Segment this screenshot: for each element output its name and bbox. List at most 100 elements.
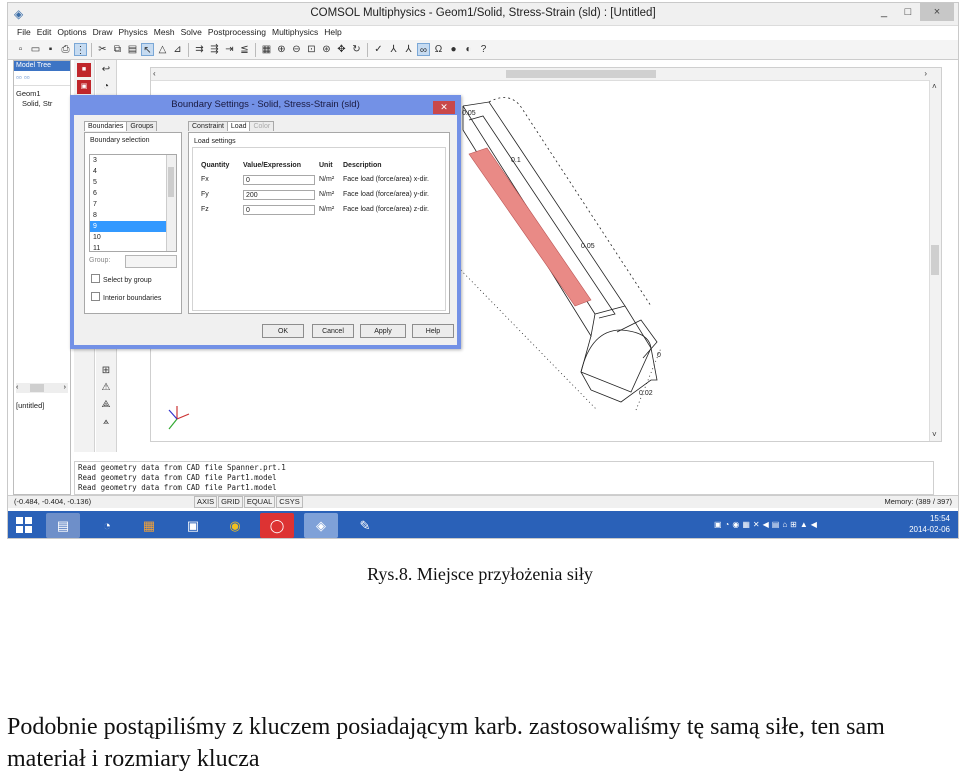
point-mode-icon[interactable]: ⊿ xyxy=(171,43,184,56)
cut-icon[interactable]: ✂ xyxy=(96,43,109,56)
windows-start-icon[interactable] xyxy=(16,517,32,533)
tree-item-geom1[interactable]: Geom1 xyxy=(16,89,68,99)
revolve-icon[interactable]: ⟑ xyxy=(99,415,113,429)
zoom-out-icon[interactable]: ⊖ xyxy=(290,43,303,56)
model-tree-panel: Model Tree ▫▫ ▫▫ Geom1 Solid, Str ‹ › [un… xyxy=(13,60,71,495)
zoom-in-icon[interactable]: ⊕ xyxy=(275,43,288,56)
draw-mode-icon[interactable]: △ xyxy=(156,43,169,56)
cancel-button[interactable]: Cancel xyxy=(312,324,354,338)
open-folder-icon[interactable]: ▭ xyxy=(29,43,42,56)
menu-solve[interactable]: Solve xyxy=(178,25,205,40)
minimize-button[interactable]: _ xyxy=(872,3,896,21)
model-tree-scrollbar[interactable]: ‹ › xyxy=(16,383,68,393)
check-icon[interactable]: ✓ xyxy=(372,43,385,56)
list-item[interactable]: 3 xyxy=(90,155,176,166)
list-scrollbar[interactable] xyxy=(166,155,176,251)
save-icon[interactable]: ▪ xyxy=(44,43,57,56)
help-icon[interactable]: ? xyxy=(477,43,490,56)
subdomain-settings-icon[interactable]: ⇉ xyxy=(193,43,206,56)
tab-groups[interactable]: Groups xyxy=(126,121,158,131)
tree-item-solid[interactable]: Solid, Str xyxy=(16,99,68,109)
warning-icon[interactable]: ⚠ xyxy=(99,381,113,395)
sphere-icon[interactable]: ● xyxy=(447,43,460,56)
new-file-icon[interactable]: ▫ xyxy=(14,43,27,56)
office-icon[interactable]: ▦ xyxy=(132,513,166,538)
equal-toggle[interactable]: EQUAL xyxy=(243,496,276,508)
menu-mesh[interactable]: Mesh xyxy=(151,25,178,40)
list-item[interactable]: 8 xyxy=(90,210,176,221)
menu-postprocessing[interactable]: Postprocessing xyxy=(205,25,269,40)
list-item[interactable]: 10 xyxy=(90,232,176,243)
paint-icon[interactable]: ✎ xyxy=(348,513,382,538)
menu-edit[interactable]: Edit xyxy=(34,25,55,40)
print-icon[interactable]: ⎙ xyxy=(59,43,72,56)
line-icon[interactable]: ↩ xyxy=(99,63,113,77)
move-icon[interactable]: ✥ xyxy=(335,43,348,56)
arc-icon[interactable]: ◔ xyxy=(99,80,113,94)
menu-physics[interactable]: Physics xyxy=(116,25,151,40)
list-item[interactable]: 7 xyxy=(90,199,176,210)
tab-constraint[interactable]: Constraint xyxy=(188,121,228,131)
list-item[interactable]: 11 xyxy=(90,243,176,251)
block-icon[interactable]: ■ xyxy=(77,63,91,77)
tab-boundaries[interactable]: Boundaries xyxy=(84,121,128,131)
untitled-label: [untitled] xyxy=(16,401,45,410)
menu-draw[interactable]: Draw xyxy=(90,25,116,40)
dialog-close-button[interactable]: ✕ xyxy=(433,101,455,114)
remote-desktop-icon[interactable]: ▣ xyxy=(176,513,210,538)
fy-value-field[interactable]: 200 xyxy=(243,190,315,200)
menu-options[interactable]: Options xyxy=(54,25,89,40)
opera-icon[interactable]: ◯ xyxy=(260,513,294,538)
copy-icon[interactable]: ⧉ xyxy=(111,43,124,56)
restart-icon[interactable]: ⅄ xyxy=(402,43,415,56)
tree-view-icons[interactable]: ▫▫ ▫▫ xyxy=(14,71,70,86)
zoom-window-icon[interactable]: ⊡ xyxy=(305,43,318,56)
list-item-selected[interactable]: 9 xyxy=(90,221,176,232)
list-item[interactable]: 4 xyxy=(90,166,176,177)
comsol-taskbar-icon[interactable]: ◈ xyxy=(304,513,338,538)
clock[interactable]: 15:54 2014-02-06 xyxy=(909,513,950,535)
maximize-button[interactable]: □ xyxy=(896,3,920,21)
close-button[interactable]: × xyxy=(920,3,954,21)
mesh-icon[interactable]: ▦ xyxy=(260,43,273,56)
fx-value-field[interactable]: 0 xyxy=(243,175,315,185)
system-tray-icons[interactable]: ▣◔◉▦✕◀▤⌂⊞▲◀ xyxy=(714,520,820,529)
menu-help[interactable]: Help xyxy=(321,25,344,40)
tab-color[interactable]: Color xyxy=(249,121,275,131)
fz-value-field[interactable]: 0 xyxy=(243,205,315,215)
apply-button[interactable]: Apply xyxy=(360,324,406,338)
csys-toggle[interactable]: CSYS xyxy=(276,496,303,508)
plot-icon[interactable]: ∞ xyxy=(417,43,430,56)
edge-settings-icon[interactable]: ⇥ xyxy=(223,43,236,56)
chrome-icon[interactable]: ◉ xyxy=(218,513,252,538)
split-icon[interactable]: ⊞ xyxy=(99,364,113,378)
menu-multiphysics[interactable]: Multiphysics xyxy=(269,25,321,40)
axis-toggle[interactable]: AXIS xyxy=(194,496,218,508)
help-button[interactable]: Help xyxy=(412,324,454,338)
equation-icon[interactable]: ≦ xyxy=(238,43,251,56)
omega-icon[interactable]: Ω xyxy=(432,43,445,56)
list-item[interactable]: 6 xyxy=(90,188,176,199)
menu-file[interactable]: File xyxy=(14,25,34,40)
file-explorer-icon[interactable]: ▤ xyxy=(46,513,80,538)
zoom-extents-icon[interactable]: ⊛ xyxy=(320,43,333,56)
grid-toggle[interactable]: GRID xyxy=(218,496,243,508)
select-by-group-checkbox[interactable]: Select by group xyxy=(91,274,152,284)
animate-icon[interactable]: ◐ xyxy=(462,43,475,56)
group-select[interactable] xyxy=(125,255,177,268)
interior-boundaries-checkbox[interactable]: Interior boundaries xyxy=(91,292,161,302)
model-tree-icon[interactable]: ⋮ xyxy=(74,43,87,56)
cylinder-icon[interactable]: ▣ xyxy=(77,80,91,94)
boundary-list[interactable]: 3 4 5 6 7 8 9 10 11 xyxy=(89,154,177,252)
solve-icon[interactable]: ⅄ xyxy=(387,43,400,56)
tab-load[interactable]: Load xyxy=(226,121,251,131)
paste-icon[interactable]: ▤ xyxy=(126,43,139,56)
list-item[interactable]: 5 xyxy=(90,177,176,188)
teamviewer-icon[interactable]: ◔ xyxy=(90,513,124,538)
orbit-icon[interactable]: ↻ xyxy=(350,43,363,56)
extrude-icon[interactable]: ⟁ xyxy=(99,398,113,412)
select-arrow-icon[interactable]: ↖ xyxy=(141,43,154,56)
unit-label: N/m² xyxy=(319,176,335,183)
boundary-settings-icon[interactable]: ⇶ xyxy=(208,43,221,56)
ok-button[interactable]: OK xyxy=(262,324,304,338)
